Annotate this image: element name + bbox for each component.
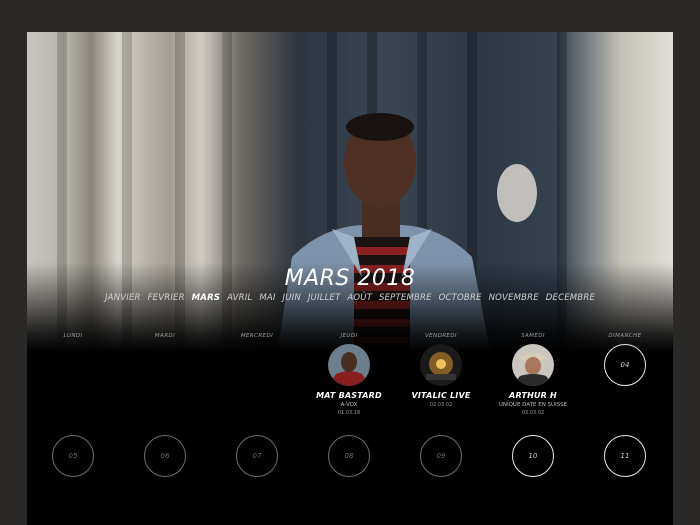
day-cell-04[interactable]: 04: [579, 344, 671, 386]
event-date: 02.03.02: [429, 402, 453, 408]
day-ring: 09: [420, 435, 462, 477]
day-ring: 10: [512, 435, 554, 477]
event-name: MAT BASTARD: [316, 391, 382, 400]
month-novembre[interactable]: NOVEMBRE: [489, 293, 539, 303]
weekday-mardi: MARDI: [154, 333, 176, 339]
event-vitalic-live[interactable]: VITALIC LIVE 02.03.02: [395, 344, 487, 408]
event-arthur-h[interactable]: ARTHUR H UNIQUE DATE EN SUISSE 03.03.02: [487, 344, 579, 416]
day-cell-08[interactable]: 08: [303, 435, 395, 477]
hero-image: [27, 32, 673, 352]
event-subtitle: A-VOX: [340, 402, 358, 408]
weekday-dimanche: DIMANCHE: [608, 333, 642, 339]
event-date: 03.03.02: [521, 410, 545, 416]
weekday-samedi: SAMEDI: [521, 333, 545, 339]
month-fevrier[interactable]: FEVRIER: [148, 293, 185, 303]
day-ring: 11: [604, 435, 646, 477]
day-cell-11[interactable]: 11: [579, 435, 671, 477]
day-cell-05[interactable]: 05: [27, 435, 119, 477]
weekday-mercredi: MERCREDI: [240, 333, 274, 339]
day-ring: 05: [52, 435, 94, 477]
event-name: VITALIC LIVE: [411, 391, 471, 400]
calendar-panel: MARS 2018 JANVIER FEVRIER MARS AVRIL MAI…: [27, 32, 673, 525]
artist-photo-icon: [420, 344, 462, 386]
weekday-jeudi: JEUDI: [340, 333, 358, 339]
month-juillet[interactable]: JUILLET: [308, 293, 341, 303]
day-ring: 08: [328, 435, 370, 477]
month-avril[interactable]: AVRIL: [227, 293, 252, 303]
month-septembre[interactable]: SEPTEMBRE: [379, 293, 432, 303]
artist-photo-icon: [512, 344, 554, 386]
month-janvier[interactable]: JANVIER: [105, 293, 141, 303]
day-cell-06[interactable]: 06: [119, 435, 211, 477]
artist-photo-icon: [328, 344, 370, 386]
day-cell-10[interactable]: 10: [487, 435, 579, 477]
month-mars[interactable]: MARS: [192, 293, 221, 303]
weekday-lundi: LUNDI: [63, 333, 83, 339]
day-cell-09[interactable]: 09: [395, 435, 487, 477]
month-juin[interactable]: JUIN: [283, 293, 301, 303]
event-subtitle: UNIQUE DATE EN SUISSE: [498, 402, 568, 408]
month-octobre[interactable]: OCTOBRE: [439, 293, 482, 303]
event-date: 01.03.18: [337, 410, 361, 416]
event-name: ARTHUR H: [509, 391, 557, 400]
month-aout[interactable]: AOÛT: [347, 293, 372, 303]
day-ring: 04: [604, 344, 646, 386]
month-mai[interactable]: MAI: [259, 293, 275, 303]
weekday-vendredi: VENDREDI: [425, 333, 457, 339]
month-decembre[interactable]: DECEMBRE: [546, 293, 595, 303]
page-title: MARS 2018: [284, 266, 416, 291]
month-selector: JANVIER FEVRIER MARS AVRIL MAI JUIN JUIL…: [27, 293, 673, 303]
day-ring: 06: [144, 435, 186, 477]
day-cell-07[interactable]: 07: [211, 435, 303, 477]
event-mat-bastard[interactable]: MAT BASTARD A-VOX 01.03.18: [303, 344, 395, 416]
day-ring: 07: [236, 435, 278, 477]
